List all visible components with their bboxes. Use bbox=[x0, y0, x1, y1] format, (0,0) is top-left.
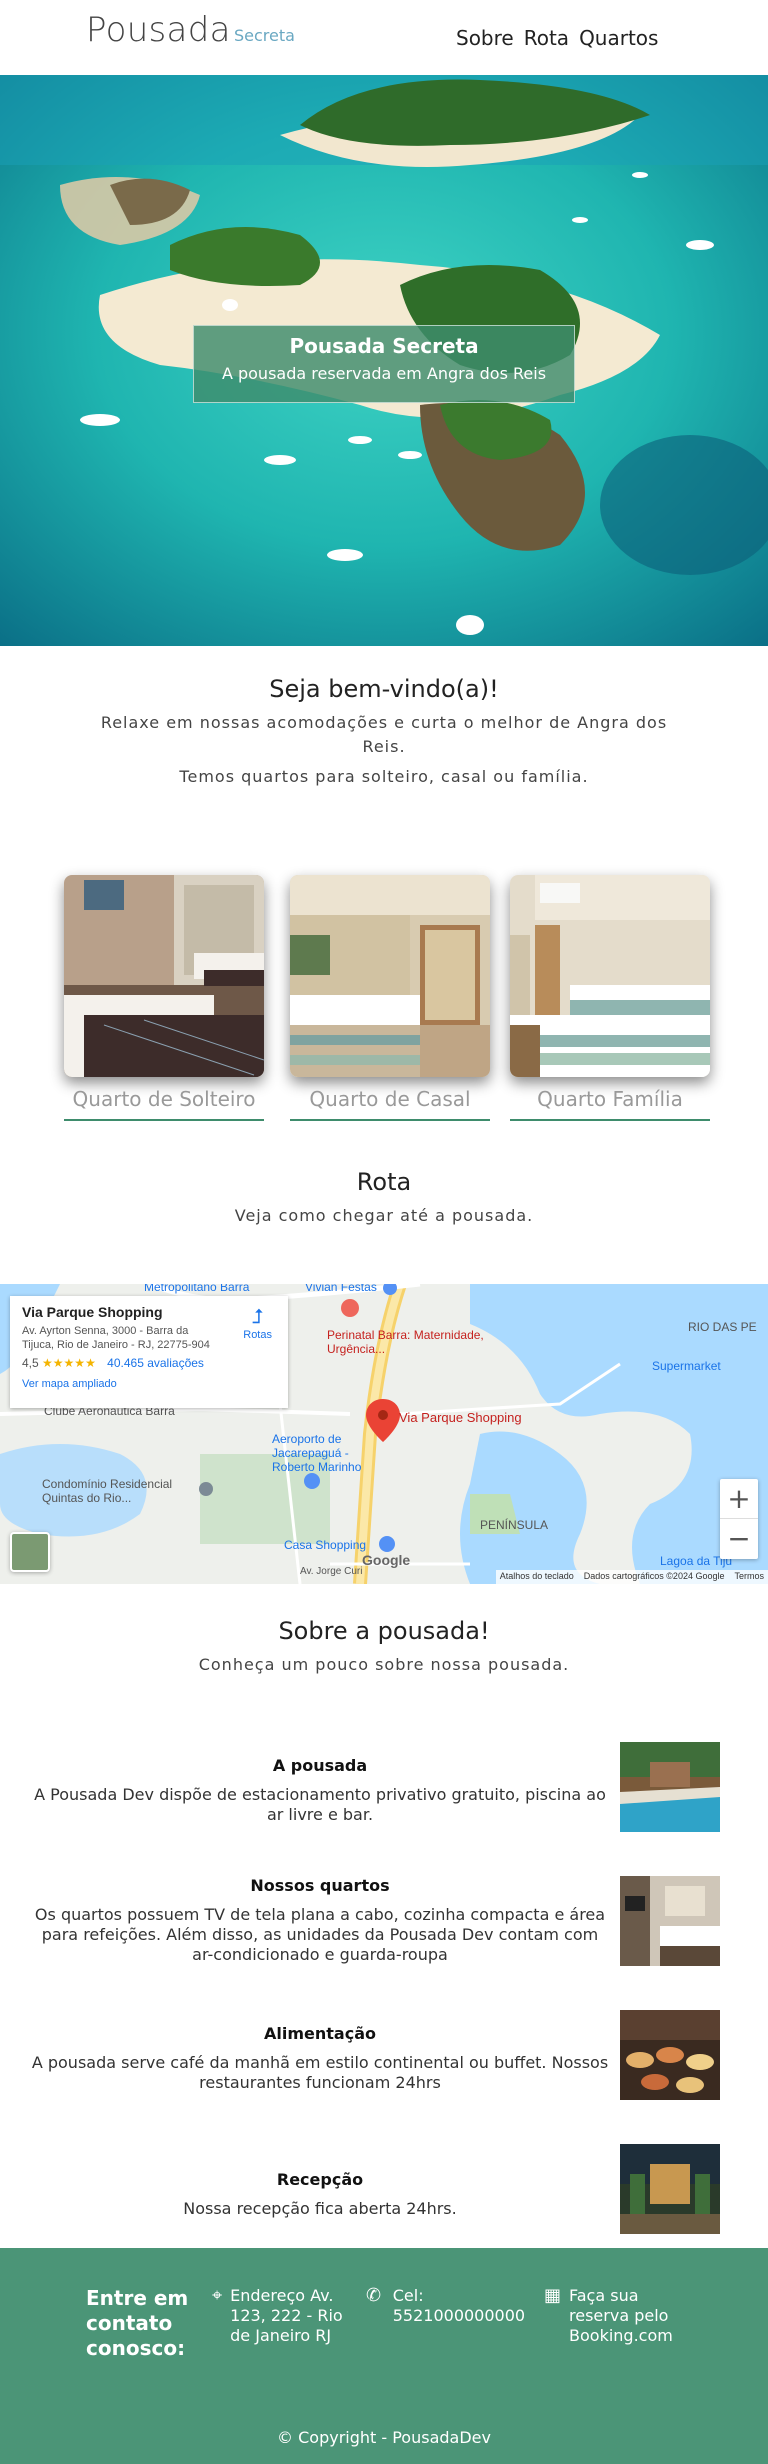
feature-photo-room bbox=[620, 1876, 720, 1966]
feature-photo-reception bbox=[620, 2144, 720, 2234]
map-place-card: Via Parque Shopping Av. Ayrton Senna, 30… bbox=[10, 1296, 288, 1408]
room-label-solteiro: Quarto de Solteiro bbox=[64, 1087, 264, 1121]
nav-link-rota[interactable]: Rota bbox=[524, 26, 569, 50]
directions-icon: ⮥ bbox=[251, 1306, 264, 1328]
room-photo-casal[interactable] bbox=[290, 875, 490, 1077]
room-card-familia[interactable]: Quarto Família bbox=[510, 875, 710, 1121]
welcome-section: Seja bem-vindo(a)! Relaxe em nossas acom… bbox=[0, 675, 768, 789]
room-photo-familia[interactable] bbox=[510, 875, 710, 1077]
footer-phone: ✆ Cel: 5521000000000 bbox=[366, 2286, 536, 2326]
terms-link[interactable]: Termos bbox=[734, 1571, 764, 1583]
phone-icon: ✆ bbox=[366, 2285, 382, 2306]
feature-recepcao-text: Recepção Nossa recepção fica aberta 24hr… bbox=[30, 2170, 610, 2219]
map-layer-toggle[interactable] bbox=[10, 1532, 50, 1572]
room-label-familia: Quarto Família bbox=[510, 1087, 710, 1121]
map-data-credit: Dados cartográficos ©2024 Google bbox=[583, 1571, 725, 1581]
hero-subtitle: A pousada reservada em Angra dos Reis bbox=[221, 364, 547, 383]
zoom-in-button[interactable]: + bbox=[720, 1479, 758, 1519]
route-title: Rota bbox=[356, 1168, 412, 1196]
zoom-controls: + − bbox=[720, 1479, 758, 1559]
feature-alimentacao-text: Alimentação A pousada serve café da manh… bbox=[30, 2024, 610, 2093]
footer-address: ⌖ Endereço Av. 123, 222 - Rio de Janeiro… bbox=[212, 2286, 352, 2346]
map-label-vivian: Vivian Festas bbox=[305, 1284, 377, 1294]
feature-title: A pousada bbox=[272, 1756, 368, 1775]
route-section: Rota Veja como chegar até a pousada. bbox=[0, 1168, 768, 1225]
map-place-name: Via Parque Shopping bbox=[22, 1304, 163, 1320]
copyright: © Copyright - PousadaDev bbox=[277, 2428, 491, 2447]
map-label-metropolitano: Metropolitano Barra bbox=[144, 1284, 250, 1294]
room-card-solteiro[interactable]: Quarto de Solteiro bbox=[64, 875, 264, 1121]
map-attribution: Atalhos do teclado Dados cartográficos ©… bbox=[495, 1570, 768, 1584]
map-pin-label[interactable]: Via Parque Shopping bbox=[399, 1410, 522, 1425]
map-label-perinatal: Perinatal Barra: Maternidade, Urgência..… bbox=[327, 1328, 484, 1356]
main-nav: Sobre Rota Quartos bbox=[456, 26, 658, 50]
hero-title: Pousada Secreta bbox=[289, 334, 479, 358]
nav-link-sobre[interactable]: Sobre bbox=[456, 26, 514, 50]
feature-description: Nossa recepção fica aberta 24hrs. bbox=[183, 2199, 457, 2218]
hero-caption: Pousada Secreta A pousada reservada em A… bbox=[193, 325, 575, 403]
location-icon: ⌖ bbox=[212, 2285, 223, 2306]
welcome-title: Seja bem-vindo(a)! bbox=[269, 675, 499, 703]
zoom-out-button[interactable]: − bbox=[720, 1519, 758, 1559]
footer-contact-heading: Entre em contato conosco: bbox=[86, 2286, 189, 2360]
brand-logo[interactable]: Pousada bbox=[86, 10, 231, 50]
map-label-rio-das-pedras: RIO DAS PE bbox=[688, 1320, 757, 1334]
feature-title: Nossos quartos bbox=[250, 1876, 390, 1895]
about-section: Sobre a pousada! Conheça um pouco sobre … bbox=[0, 1617, 768, 1674]
feature-title: Recepção bbox=[276, 2170, 364, 2189]
about-title: Sobre a pousada! bbox=[278, 1617, 490, 1645]
route-subtitle: Veja como chegar até a pousada. bbox=[234, 1206, 534, 1225]
feature-description: A Pousada Dev dispõe de estacionamento p… bbox=[34, 1785, 606, 1824]
reviews-link[interactable]: 40.465 avaliações bbox=[107, 1356, 204, 1370]
nav-link-quartos[interactable]: Quartos bbox=[579, 26, 658, 50]
rating-value: 4,5 bbox=[22, 1356, 39, 1370]
room-label-casal: Quarto de Casal bbox=[290, 1087, 490, 1121]
map-label-condominio: Condomínio Residencial Quintas do Rio... bbox=[42, 1477, 173, 1505]
keyboard-shortcuts-link[interactable]: Atalhos do teclado bbox=[500, 1571, 574, 1583]
feature-quartos-text: Nossos quartos Os quartos possuem TV de … bbox=[30, 1876, 610, 1965]
feature-pousada-text: A pousada A Pousada Dev dispõe de estaci… bbox=[30, 1756, 610, 1825]
map-place-address: Av. Ayrton Senna, 3000 - Barra da Tijuca… bbox=[22, 1325, 210, 1351]
feature-description: Os quartos possuem TV de tela plana a ca… bbox=[34, 1905, 606, 1964]
brand-subtitle: Secreta bbox=[234, 26, 295, 45]
about-subtitle: Conheça um pouco sobre nossa pousada. bbox=[198, 1655, 570, 1674]
map-label-aeroporto: Aeroporto de Jacarepaguá - Roberto Marin… bbox=[272, 1432, 362, 1474]
feature-photo-buffet bbox=[620, 2010, 720, 2100]
map-label-peninsula: PENÍNSULA bbox=[480, 1518, 549, 1532]
welcome-text: Relaxe em nossas acomodações e curta o m… bbox=[100, 713, 668, 756]
directions-label: Rotas bbox=[243, 1329, 272, 1341]
hero-banner: Pousada Secreta A pousada reservada em A… bbox=[0, 75, 768, 646]
directions-button[interactable]: ⮥ Rotas bbox=[243, 1306, 272, 1341]
map-label-casa-shopping: Casa Shopping bbox=[284, 1538, 367, 1552]
feature-description: A pousada serve café da manhã em estilo … bbox=[31, 2053, 609, 2092]
site-footer: Entre em contato conosco: ⌖ Endereço Av.… bbox=[0, 2248, 768, 2464]
expand-map-link[interactable]: Ver mapa ampliado bbox=[22, 1378, 276, 1390]
room-photo-solteiro[interactable] bbox=[64, 875, 264, 1077]
rating-stars: ★★★★★ bbox=[42, 1356, 96, 1370]
footer-booking-text[interactable]: Faça sua reserva pelo Booking.com bbox=[569, 2286, 694, 2346]
site-header: Pousada Secreta Sobre Rota Quartos bbox=[0, 0, 768, 75]
footer-address-text: Endereço Av. 123, 222 - Rio de Janeiro R… bbox=[230, 2286, 343, 2345]
feature-photo-pool bbox=[620, 1742, 720, 1832]
map-embed[interactable]: Metropolitano Barra Vivian Festas Perina… bbox=[0, 1284, 768, 1584]
calendar-icon: ▦ bbox=[544, 2285, 562, 2306]
map-label-supermarket: Supermarket bbox=[652, 1359, 721, 1373]
welcome-rooms-text: Temos quartos para solteiro, casal ou fa… bbox=[179, 767, 589, 786]
feature-title: Alimentação bbox=[264, 2024, 376, 2043]
footer-booking: ▦ Faça sua reserva pelo Booking.com bbox=[544, 2286, 694, 2346]
room-card-casal[interactable]: Quarto de Casal bbox=[290, 875, 490, 1121]
map-label-jorge-curi: Av. Jorge Curi bbox=[300, 1566, 363, 1577]
map-place-rating: 4,5 ★★★★★ 40.465 avaliações bbox=[22, 1356, 276, 1370]
google-logo: Google bbox=[362, 1552, 411, 1568]
footer-phone-text[interactable]: Cel: 5521000000000 bbox=[393, 2286, 536, 2326]
